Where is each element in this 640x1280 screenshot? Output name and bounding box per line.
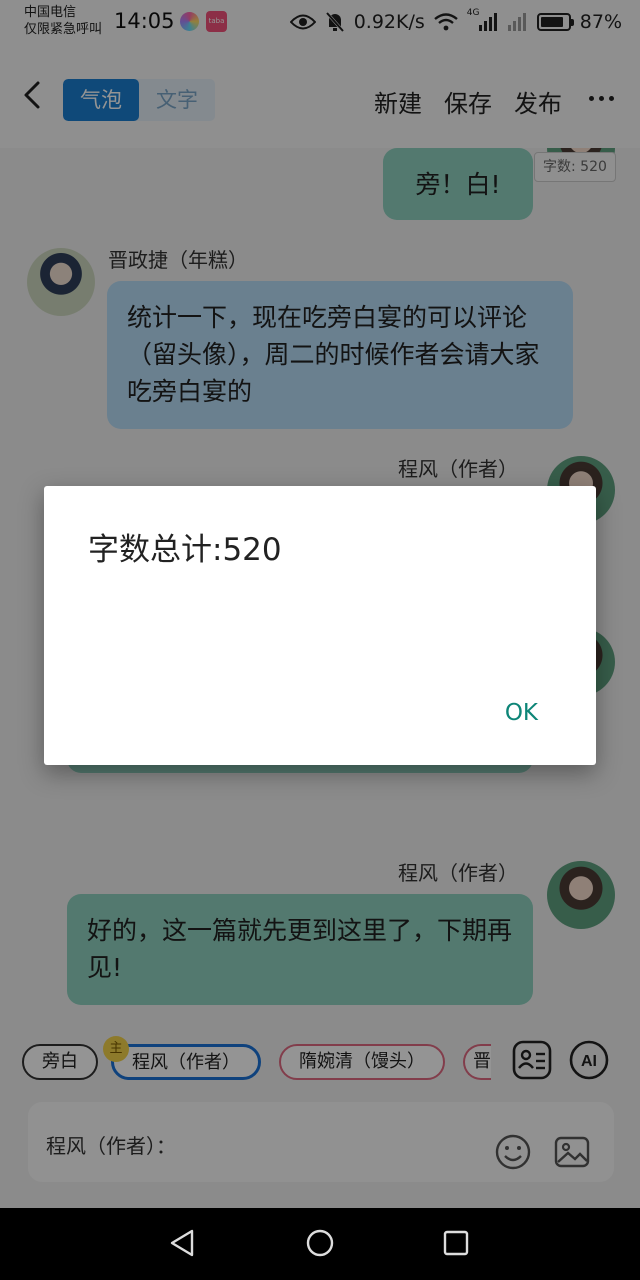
system-nav-bar (0, 1208, 640, 1280)
nav-back-icon[interactable] (168, 1228, 198, 1258)
word-count-dialog: 字数总计:520 OK (44, 486, 596, 765)
nav-home-icon[interactable] (305, 1228, 335, 1258)
nav-recents-icon[interactable] (441, 1228, 471, 1258)
dialog-message: 字数总计:520 (88, 532, 282, 568)
ok-button[interactable]: OK (505, 700, 538, 726)
